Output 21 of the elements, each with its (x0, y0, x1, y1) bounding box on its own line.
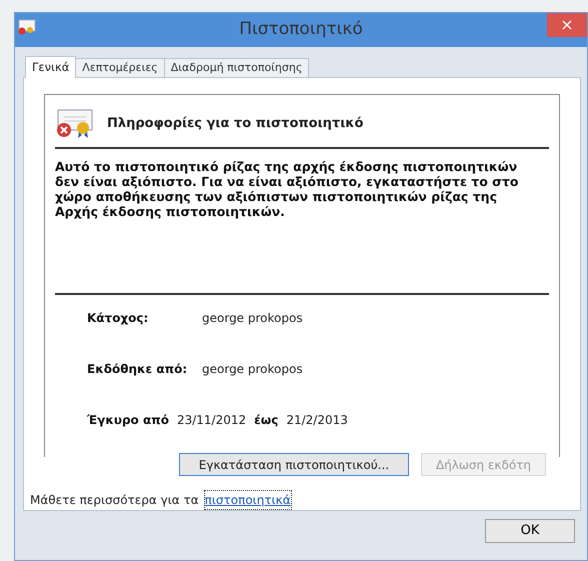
info-heading: Πληροφορίες για το πιστοποιητικό (107, 115, 364, 134)
tab[interactable]: Λεπτομέρειες (75, 58, 165, 77)
certificates-link[interactable]: πιστοποιητικά (204, 490, 292, 510)
validity-date: 23/11/2012 (176, 412, 246, 429)
trust-message: Αυτό το πιστοποιητικό ρίζας της αρχής έκδοσης πιστοποιητικών δεν είναι αξιόπιστο. Για να είναι αξιόπιστο, εγκαταστήστε το στο χώρο αποθήκευσης των αξιόπιστων πιστοποιητικών ρίζας της Αρχής έκδοσης πιστοποιητικών. (55, 159, 520, 221)
field-value: george prokopos (202, 310, 303, 327)
field-label: Κάτοχος: (87, 310, 150, 327)
ok-button[interactable]: OK (485, 519, 575, 543)
window-title: Πιστοποιητικό (238, 18, 364, 42)
field-label: Εκδόθηκε από: (87, 361, 188, 378)
tab[interactable]: Διαδρομή πιστοποίησης (164, 58, 310, 77)
validity-label: έως (254, 412, 278, 429)
certificate-icon (17, 18, 37, 36)
learn-more-text: Μάθετε περισσότερα για τα (30, 492, 199, 509)
certificate-error-icon (55, 109, 95, 139)
tab[interactable]: Γενικά (25, 56, 76, 78)
install-certificate-button[interactable]: Εγκατάσταση πιστοποιητικού... (178, 453, 409, 476)
close-button[interactable]: × (547, 13, 587, 37)
validity-date: 21/2/2013 (286, 412, 348, 429)
field-value: george prokopos (202, 361, 303, 378)
validity-label: Έγκυρο από (87, 412, 169, 429)
